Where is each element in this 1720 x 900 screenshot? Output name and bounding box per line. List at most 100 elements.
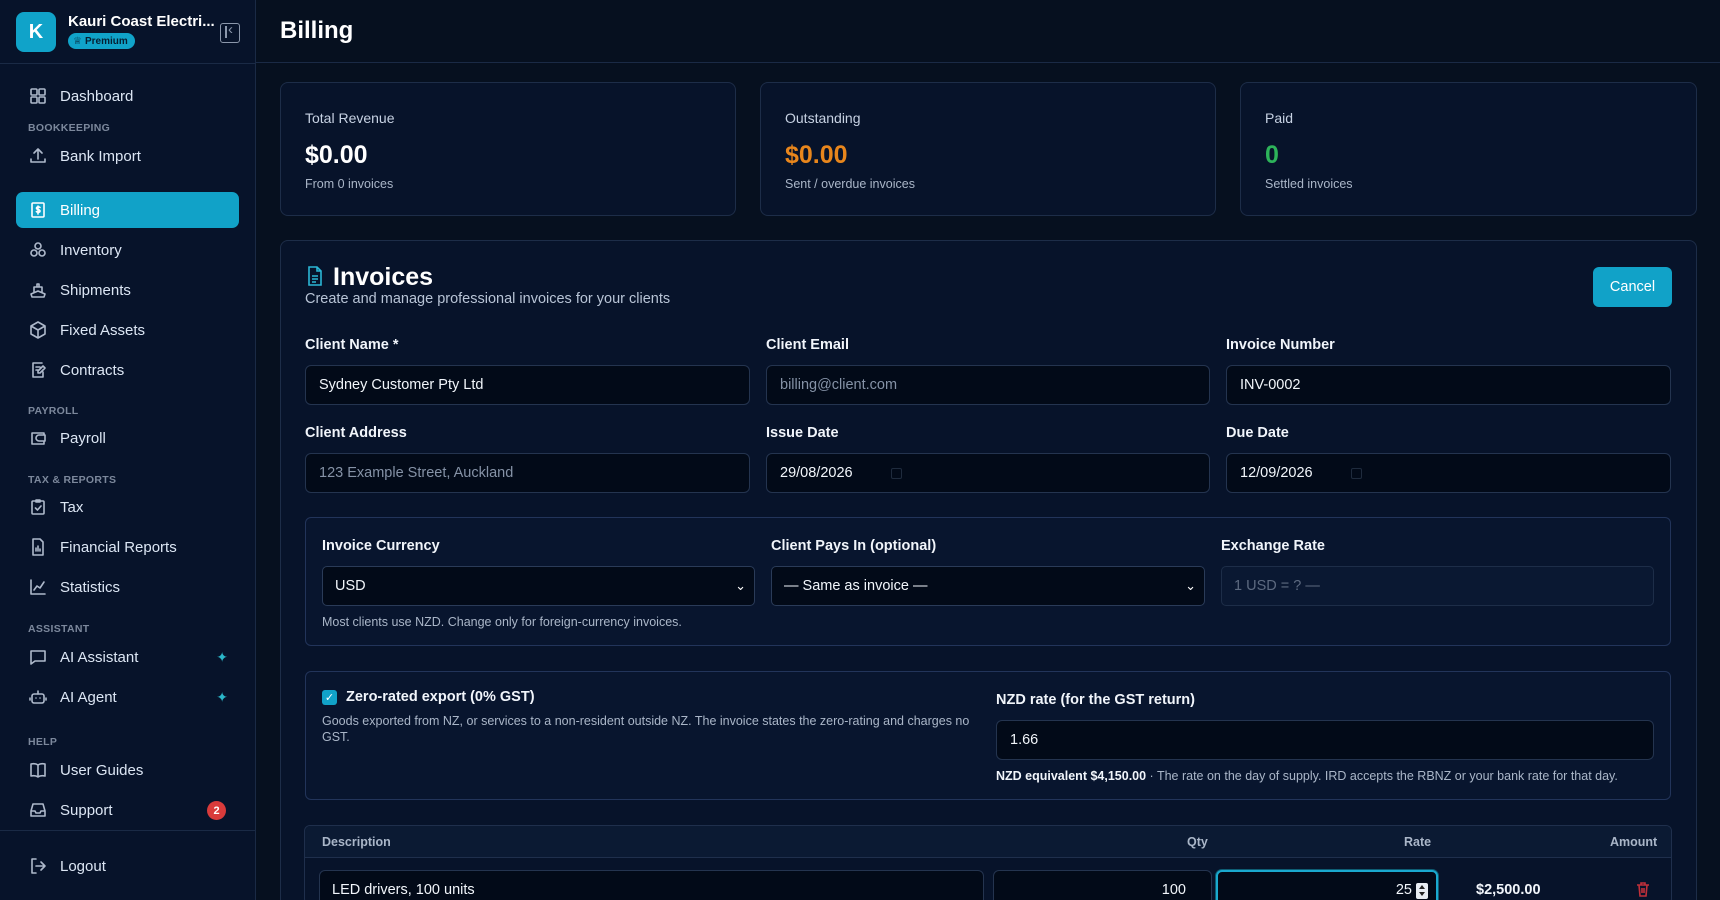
line-amount: $2,500.00 — [1476, 882, 1541, 898]
exchange-rate-input[interactable]: 1 USD = ? — — [1221, 566, 1654, 606]
zero-rated-title[interactable]: Zero-rated export (0% GST) — [346, 689, 535, 705]
sidebar-item-payroll[interactable]: Payroll — [16, 420, 239, 456]
collapse-sidebar-icon[interactable] — [220, 21, 240, 43]
logout-label: Logout — [60, 857, 106, 875]
sidebar-item-statistics[interactable]: Statistics — [16, 569, 239, 605]
due-date-value: 12/09/2026 — [1240, 465, 1313, 481]
due-date-label: Due Date — [1226, 425, 1289, 441]
boxes-icon — [28, 240, 48, 260]
chevron-down-icon: ⌄ — [735, 578, 746, 593]
section-assistant: ASSISTANT — [28, 623, 90, 635]
sidebar-item-user-guides[interactable]: User Guides — [16, 752, 239, 788]
sidebar-item-bank-import[interactable]: Bank Import — [16, 138, 239, 174]
issue-date-input[interactable]: 29/08/2026 — [766, 453, 1210, 493]
sparkle-icon: ✦ — [216, 649, 228, 665]
issue-date-label: Issue Date — [766, 425, 839, 441]
nzd-equivalent-note: NZD equivalent $4,150.00 · The rate on t… — [996, 769, 1618, 783]
brand: K Kauri Coast Electri... ♕ Premium — [16, 12, 240, 52]
issue-date-value: 29/08/2026 — [780, 465, 853, 481]
contract-icon — [28, 360, 48, 380]
client-name-input[interactable]: Sydney Customer Pty Ltd — [305, 365, 750, 405]
sidebar-item-ai-assistant[interactable]: AI Assistant ✦ — [16, 639, 239, 675]
line-rate-value: 25 — [1395, 882, 1412, 898]
line-qty-input[interactable]: 100 — [993, 870, 1212, 900]
sidebar-item-shipments[interactable]: Shipments — [16, 272, 239, 308]
document-icon — [305, 265, 325, 287]
sidebar-item-label: Financial Reports — [60, 538, 177, 556]
company-name[interactable]: Kauri Coast Electri... — [68, 13, 226, 30]
topbar: Billing — [256, 0, 1720, 63]
sidebar-item-dashboard[interactable]: Dashboard — [16, 78, 239, 114]
sidebar-item-support[interactable]: Support 2 — [16, 792, 239, 828]
section-payroll: PAYROLL — [28, 405, 79, 417]
sidebar-item-inventory[interactable]: Inventory — [16, 232, 239, 268]
chevron-down-icon: ⌄ — [1185, 578, 1196, 593]
section-help: HELP — [28, 736, 58, 748]
page-title: Billing — [280, 17, 354, 44]
stat-card-paid: Paid 0 Settled invoices — [1240, 82, 1697, 216]
sidebar-item-label: Contracts — [60, 361, 125, 379]
calendar-icon[interactable] — [891, 468, 902, 479]
chat-icon — [28, 647, 48, 667]
sidebar-item-label: Dashboard — [60, 87, 134, 105]
stat-label: Total Revenue — [305, 110, 395, 126]
logout-button[interactable]: Logout — [16, 848, 239, 884]
stat-sub: Sent / overdue invoices — [785, 177, 915, 191]
cancel-button[interactable]: Cancel — [1593, 267, 1672, 307]
sidebar-item-label: Tax — [60, 498, 84, 516]
inbox-icon — [28, 800, 48, 820]
sidebar-item-financial-reports[interactable]: Financial Reports — [16, 529, 239, 565]
sidebar-item-billing[interactable]: Billing — [16, 192, 239, 228]
crown-icon: ♕ — [73, 35, 82, 47]
sidebar-item-label: Fixed Assets — [60, 321, 146, 339]
premium-badge: ♕ Premium — [68, 33, 135, 49]
calendar-icon[interactable] — [1351, 468, 1362, 479]
nzd-rate-input[interactable]: 1.66 — [996, 720, 1654, 760]
sidebar-item-label: User Guides — [60, 761, 144, 779]
section-bookkeeping: BOOKKEEPING — [28, 122, 111, 134]
nzd-note-text: · The rate on the day of supply. IRD acc… — [1146, 769, 1618, 783]
upload-icon — [28, 146, 48, 166]
invoices-title: Invoices — [333, 263, 434, 291]
invoice-currency-select[interactable]: USD ⌄ — [322, 566, 755, 606]
sidebar-item-label: Bank Import — [60, 147, 141, 165]
client-address-input[interactable]: 123 Example Street, Auckland — [305, 453, 750, 493]
client-name-label: Client Name * — [305, 337, 399, 353]
number-spinner-icon[interactable] — [1416, 883, 1428, 899]
line-description-input[interactable]: LED drivers, 100 units — [319, 870, 984, 900]
ship-icon — [28, 280, 48, 300]
stat-value: $0.00 — [785, 141, 848, 169]
due-date-input[interactable]: 12/09/2026 — [1226, 453, 1671, 493]
client-pays-select[interactable]: — Same as invoice — ⌄ — [771, 566, 1205, 606]
sidebar: K Kauri Coast Electri... ♕ Premium Dashb… — [0, 0, 256, 900]
zero-rated-checkbox[interactable]: ✓ — [322, 690, 337, 705]
stat-label: Paid — [1265, 110, 1294, 126]
wallet-icon — [28, 428, 48, 448]
sparkle-icon: ✦ — [216, 689, 228, 705]
line-rate-input[interactable]: 25 — [1216, 870, 1438, 900]
zero-rated-description: Goods exported from NZ, or services to a… — [322, 714, 970, 744]
sidebar-item-label: Billing — [60, 201, 101, 219]
stat-card-outstanding: Outstanding $0.00 Sent / overdue invoice… — [760, 82, 1216, 216]
stat-sub: From 0 invoices — [305, 177, 394, 191]
line-chart-icon — [28, 577, 48, 597]
report-icon — [28, 537, 48, 557]
brand-logo: K — [16, 12, 56, 52]
client-address-label: Client Address — [305, 425, 407, 441]
invoice-number-input[interactable]: INV-0002 — [1226, 365, 1671, 405]
section-tax-reports: TAX & REPORTS — [28, 474, 117, 486]
logout-icon — [28, 856, 48, 876]
invoice-number-label: Invoice Number — [1226, 337, 1335, 353]
sidebar-item-fixed-assets[interactable]: Fixed Assets — [16, 312, 239, 348]
sidebar-item-ai-agent[interactable]: AI Agent ✦ — [16, 679, 239, 715]
sidebar-item-contracts[interactable]: Contracts — [16, 352, 239, 388]
trash-icon[interactable] — [1635, 881, 1651, 897]
stat-label: Outstanding — [785, 110, 861, 126]
sidebar-item-tax[interactable]: Tax — [16, 489, 239, 525]
sidebar-item-label: Payroll — [60, 429, 106, 447]
premium-badge-label: Premium — [84, 35, 128, 47]
client-email-input[interactable]: billing@client.com — [766, 365, 1210, 405]
billing-icon — [28, 200, 48, 220]
column-header-amount: Amount — [1610, 835, 1658, 849]
stat-sub: Settled invoices — [1265, 177, 1353, 191]
